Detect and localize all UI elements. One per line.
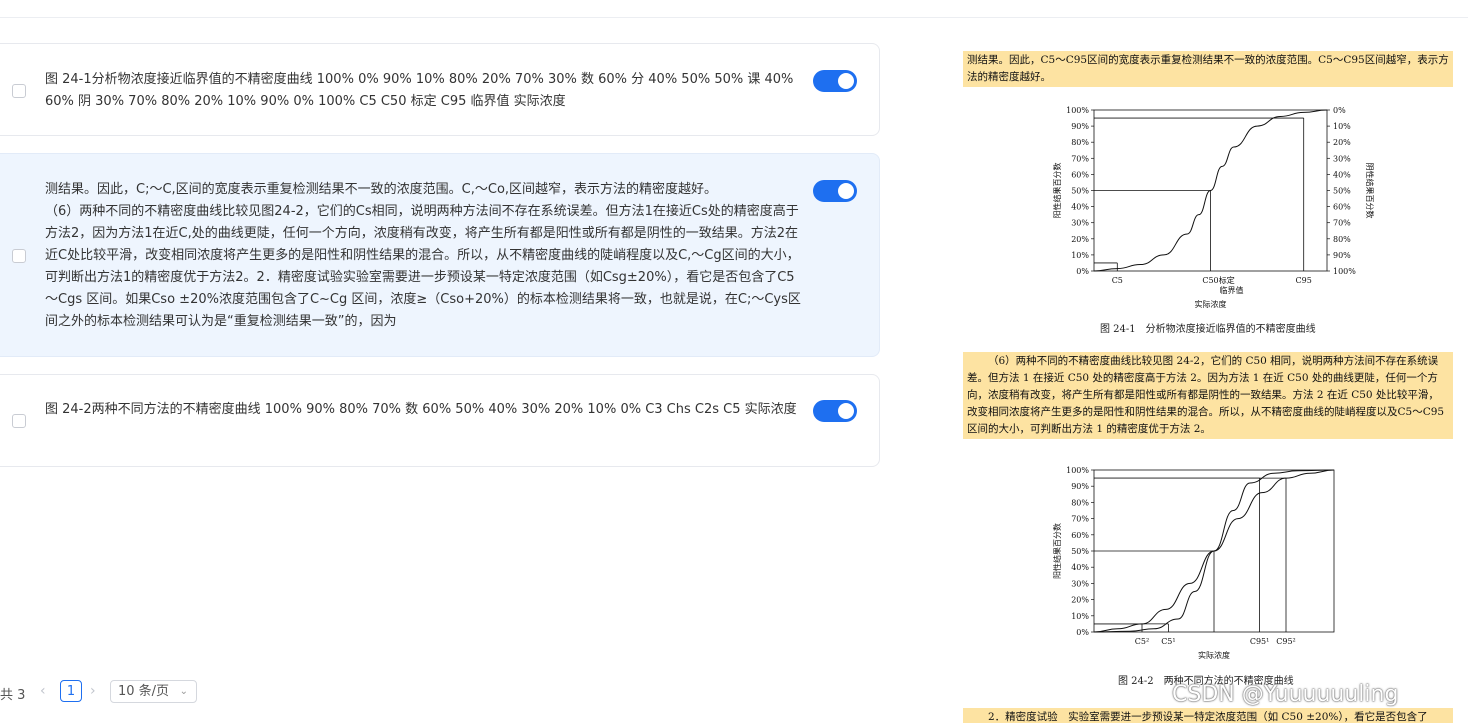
y-tick-label: 20%: [1071, 596, 1089, 605]
x-tick-label: C5: [1112, 276, 1123, 285]
y-tick-label: 80%: [1071, 138, 1089, 147]
chart-figure-24-1: 0% 10% 20% 30% 40% 50% 60% 70% 80% 90% 100% 100% 90%…: [1052, 106, 1375, 309]
page-size-select[interactable]: 10 条/页 ⌄: [110, 680, 197, 703]
y-right-axis-label: 阴性结果百分数: [1365, 163, 1375, 219]
item-text: 图 24-1分析物浓度接近临界值的不精密度曲线 100% 0% 90% 10% …: [45, 72, 798, 109]
y-tick-label: 30%: [1071, 219, 1089, 228]
y-right-tick-label: 80%: [1333, 235, 1351, 244]
chart-figure-24-2: 0% 10% 20% 30% 40% 50% 60% 70% 80% 90% 100% C5² C5¹ C…: [1052, 466, 1335, 660]
y-right-tick-label: 20%: [1333, 138, 1351, 147]
item-text: 图 24-2两种不同方法的不精密度曲线 100% 90% 80% 70% 数 6…: [45, 402, 797, 417]
y-axis-label: 阳性结果百分数: [1052, 523, 1062, 579]
x-tick-label: C5²: [1135, 637, 1149, 646]
x-axis-label: 实际浓度: [1198, 650, 1230, 660]
next-page-icon[interactable]: ›: [90, 683, 96, 699]
prev-page-icon[interactable]: ‹: [40, 683, 46, 699]
y-right-tick-label: 30%: [1333, 154, 1351, 163]
list-item[interactable]: 测结果。因此，C;～C,区间的宽度表示重复检测结果不一致的浓度范围。C,～Co,…: [0, 153, 880, 357]
y-tick-label: 100%: [1066, 466, 1089, 475]
y-right-tick-label: 40%: [1333, 170, 1351, 179]
y-tick-label: 30%: [1071, 579, 1089, 588]
x-tick-label: C50: [1202, 276, 1218, 285]
list-item[interactable]: 图 24-1分析物浓度接近临界值的不精密度曲线 100% 0% 90% 10% …: [0, 43, 880, 136]
y-tick-label: 0%: [1076, 628, 1089, 637]
y-tick-label: 90%: [1071, 482, 1089, 491]
x-tick-label: C5¹: [1161, 637, 1175, 646]
x-axis-label: 实际浓度: [1195, 299, 1227, 309]
total-count: 共 3: [0, 688, 26, 703]
y-right-tick-label: 90%: [1333, 251, 1351, 260]
toggle-knob: [838, 183, 854, 199]
y-tick-label: 20%: [1071, 235, 1089, 244]
y-tick-label: 100%: [1066, 106, 1089, 115]
item-checkbox[interactable]: [12, 249, 26, 263]
y-tick-label: 10%: [1071, 612, 1089, 621]
scan-paragraph-1: 测结果。因此，C5～C95区间的宽度表示重复检测结果不一致的浓度范围。C5～C9…: [963, 51, 1453, 87]
x-tick-label: 临界值: [1219, 285, 1243, 295]
scan-paragraph-2: （6）两种不同的不精密度曲线比较见图 24-2，它们的 C50 相同，说明两种方…: [963, 352, 1453, 439]
x-tick-label: C95¹: [1250, 637, 1270, 646]
y-tick-label: 60%: [1071, 531, 1089, 540]
item-checkbox[interactable]: [12, 84, 26, 98]
y-tick-label: 50%: [1071, 547, 1089, 556]
top-divider: [0, 17, 1468, 18]
y-right-tick-label: 100%: [1333, 267, 1356, 276]
y-right-tick-label: 50%: [1333, 187, 1351, 196]
y-axis-label: 阳性结果百分数: [1052, 163, 1062, 219]
y-right-tick-label: 70%: [1333, 219, 1351, 228]
y-tick-label: 10%: [1071, 251, 1089, 260]
y-right-tick-label: 10%: [1333, 122, 1351, 131]
csdn-watermark: CSDN @Yuuuuuuling: [1172, 682, 1399, 707]
item-toggle[interactable]: [813, 180, 857, 202]
page-1-button[interactable]: 1: [60, 680, 82, 702]
item-text: 测结果。因此，C;～C,区间的宽度表示重复检测结果不一致的浓度范围。C,～Co,…: [45, 182, 801, 329]
figure-1-caption: 图 24-1 分析物浓度接近临界值的不精密度曲线: [1100, 324, 1316, 335]
item-toggle[interactable]: [813, 70, 857, 92]
y-tick-label: 70%: [1071, 154, 1089, 163]
x-tick-label: C95: [1296, 276, 1312, 285]
y-tick-label: 40%: [1071, 563, 1089, 572]
y-tick-label: 70%: [1071, 515, 1089, 524]
x-tick-label: C95²: [1276, 637, 1296, 646]
y-tick-label: 0%: [1076, 267, 1089, 276]
page-size-label: 10 条/页: [118, 684, 170, 699]
toggle-knob: [838, 73, 854, 89]
list-item[interactable]: 图 24-2两种不同方法的不精密度曲线 100% 90% 80% 70% 数 6…: [0, 374, 880, 467]
x-tick-label: 标定: [1219, 275, 1235, 285]
y-tick-label: 90%: [1071, 122, 1089, 131]
scan-paragraph-3: 2．精密度试验 实验室需要进一步预设某一特定浓度范围（如 C50 ±20%），看…: [963, 708, 1453, 723]
y-right-tick-label: 60%: [1333, 203, 1351, 212]
chevron-down-icon: ⌄: [179, 686, 188, 697]
scanned-page-image: 测结果。因此，C5～C95区间的宽度表示重复检测结果不一致的浓度范围。C5～C9…: [958, 40, 1460, 723]
y-tick-label: 80%: [1071, 498, 1089, 507]
item-checkbox[interactable]: [12, 414, 26, 428]
y-right-tick-label: 0%: [1333, 106, 1346, 115]
y-tick-label: 50%: [1071, 187, 1089, 196]
y-tick-label: 40%: [1071, 203, 1089, 212]
toggle-knob: [838, 403, 854, 419]
y-tick-label: 60%: [1071, 170, 1089, 179]
item-toggle[interactable]: [813, 400, 857, 422]
